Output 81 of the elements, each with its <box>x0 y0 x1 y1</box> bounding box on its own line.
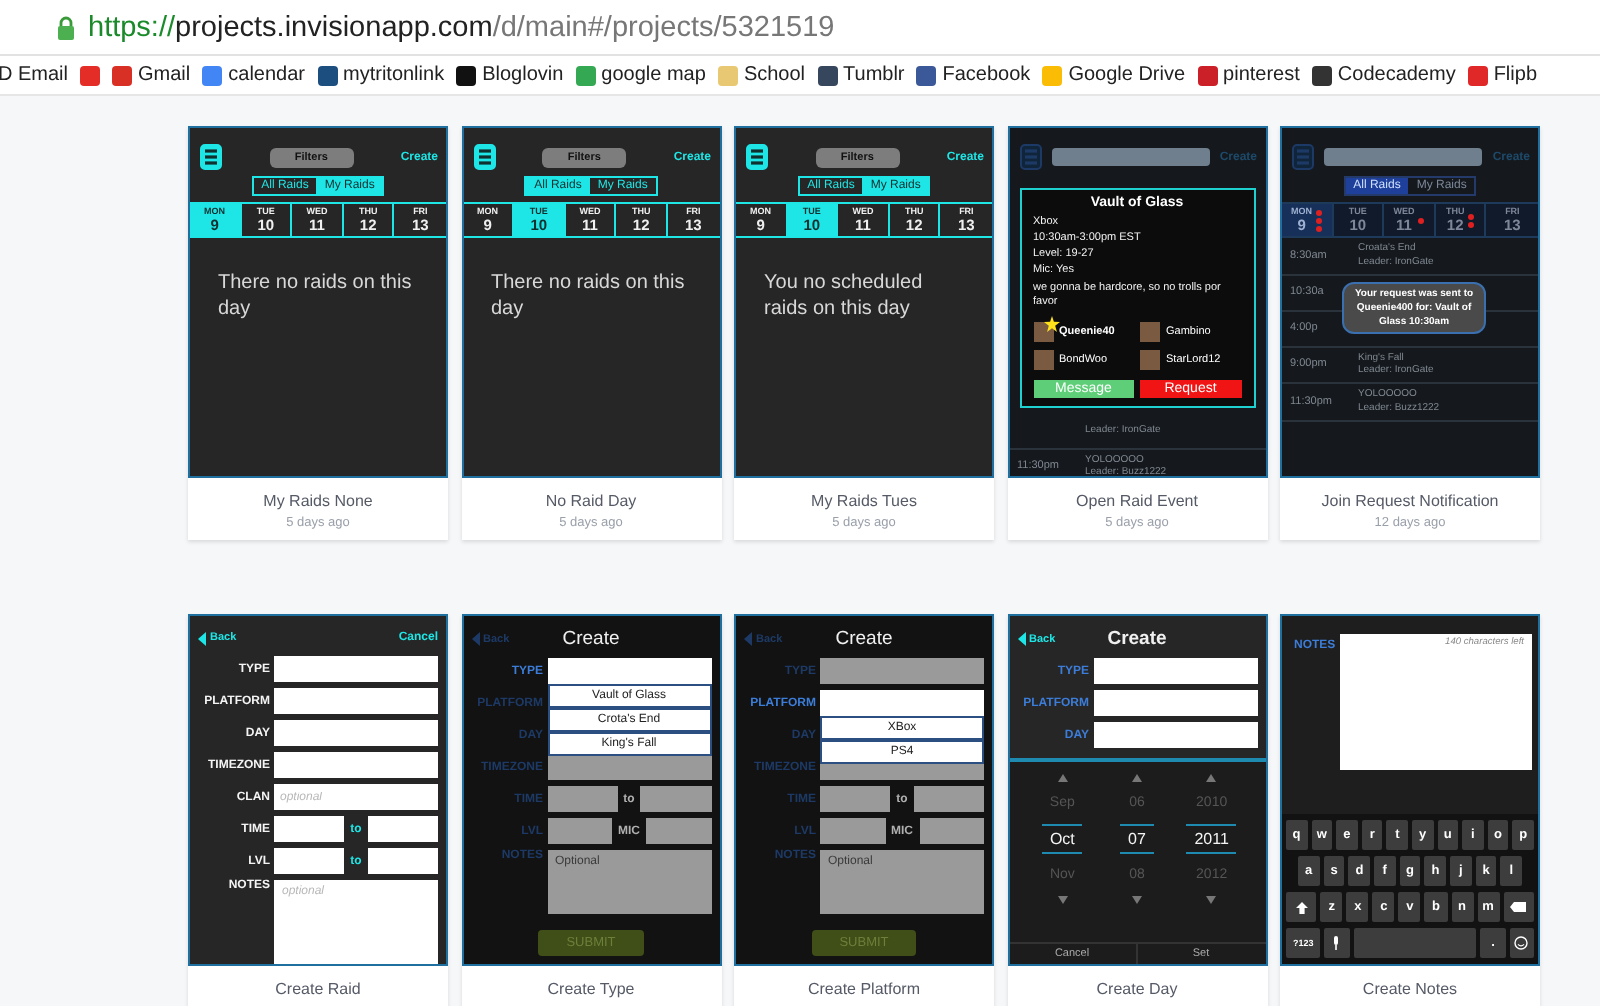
text-field[interactable] <box>547 754 711 780</box>
microphone-icon <box>1332 936 1341 950</box>
text-field[interactable] <box>640 786 711 812</box>
design-title: Create Raid <box>275 980 361 998</box>
smiley-icon <box>1514 936 1529 950</box>
text-field[interactable] <box>820 658 984 684</box>
up-arrow-icon[interactable] <box>1131 774 1142 782</box>
text-field[interactable] <box>547 786 618 812</box>
empty-message: You no scheduled raids on this day <box>762 270 925 325</box>
avatar-placeholder <box>1140 349 1160 370</box>
design-title: My Raids None <box>263 492 373 510</box>
search-bar[interactable] <box>1324 148 1483 166</box>
design-title: Create Notes <box>1362 980 1458 998</box>
design-title: Create Platform <box>807 980 921 998</box>
text-field[interactable] <box>1093 722 1257 748</box>
design-title: Create Type <box>547 980 635 998</box>
text-field[interactable] <box>274 720 438 746</box>
text-field[interactable] <box>367 848 438 874</box>
text-field[interactable] <box>274 656 438 682</box>
bookmark-link[interactable]: Tumblr <box>817 64 905 86</box>
design-title: No Raid Day <box>545 492 637 510</box>
back-arrow-icon <box>471 632 479 646</box>
screen-title: Create <box>562 628 620 650</box>
text-field[interactable] <box>274 688 438 714</box>
down-arrow-icon[interactable] <box>1131 896 1142 904</box>
picker-value[interactable]: 2011 <box>1186 824 1237 854</box>
design-title: Join Request Notification <box>1321 492 1499 510</box>
bookmark-link[interactable]: pinterest <box>1197 64 1300 86</box>
back-arrow-icon <box>1017 632 1025 646</box>
back-arrow-icon <box>744 632 752 646</box>
bookmark-link[interactable]: Facebook <box>916 64 1031 86</box>
bookmark-link[interactable]: mytritonlink <box>317 64 445 86</box>
text-field[interactable] <box>646 818 711 844</box>
backspace-key[interactable] <box>1503 892 1534 922</box>
bookmark-link[interactable]: Google Drive <box>1042 64 1186 86</box>
bookmark-link[interactable]: D Email <box>0 64 69 86</box>
up-arrow-icon[interactable] <box>1057 774 1068 782</box>
bookmark-link[interactable]: Flipb <box>1467 64 1538 86</box>
down-arrow-icon[interactable] <box>1206 896 1217 904</box>
design-title: My Raids Tues <box>811 492 917 510</box>
emoji-key[interactable] <box>1509 928 1535 958</box>
text-field[interactable] <box>913 786 984 812</box>
down-arrow-icon[interactable] <box>1057 896 1068 904</box>
backspace-icon <box>1510 902 1527 912</box>
text-field[interactable] <box>274 752 438 778</box>
shift-icon <box>1295 901 1308 913</box>
design-title: Open Raid Event <box>1076 492 1198 510</box>
back-arrow-icon <box>198 631 206 645</box>
text-field[interactable] <box>1093 658 1257 684</box>
empty-message: There no raids on this day <box>489 270 687 325</box>
microphone-key[interactable] <box>1324 928 1350 958</box>
text-field[interactable] <box>367 816 438 842</box>
text-field[interactable] <box>547 658 711 684</box>
bookmark-link[interactable]: google map <box>575 64 706 86</box>
text-field[interactable] <box>820 818 885 844</box>
bookmark-link[interactable]: Bloglovin <box>456 64 564 86</box>
text-field[interactable] <box>820 786 891 812</box>
text-field[interactable] <box>274 848 345 874</box>
picker-value[interactable]: 07 <box>1120 824 1154 854</box>
up-arrow-icon[interactable] <box>1206 774 1217 782</box>
picker-value[interactable]: Oct <box>1041 824 1083 854</box>
bookmark-link[interactable]: Codecademy <box>1311 64 1456 86</box>
text-field[interactable] <box>274 816 345 842</box>
design-title: Create Day <box>1096 980 1178 998</box>
text-field[interactable] <box>919 818 984 844</box>
screen-title: Create <box>1107 628 1167 650</box>
empty-message: There no raids on this day <box>216 270 414 325</box>
shift-key[interactable] <box>1286 892 1317 922</box>
lock-icon <box>56 15 76 39</box>
bookmark-link[interactable]: School <box>717 64 806 86</box>
screen-title: Create <box>835 628 893 650</box>
bookmark-link[interactable]: calendar <box>202 64 305 86</box>
avatar-placeholder <box>1033 321 1053 342</box>
bookmark-icon[interactable] <box>80 65 101 85</box>
text-field[interactable] <box>547 818 612 844</box>
text-field[interactable] <box>1093 690 1257 716</box>
avatar-placeholder <box>1033 349 1053 370</box>
search-bar[interactable] <box>1051 148 1210 166</box>
text-field[interactable] <box>820 690 984 716</box>
bookmark-link[interactable]: Gmail <box>112 64 191 86</box>
avatar-placeholder <box>1140 321 1160 342</box>
